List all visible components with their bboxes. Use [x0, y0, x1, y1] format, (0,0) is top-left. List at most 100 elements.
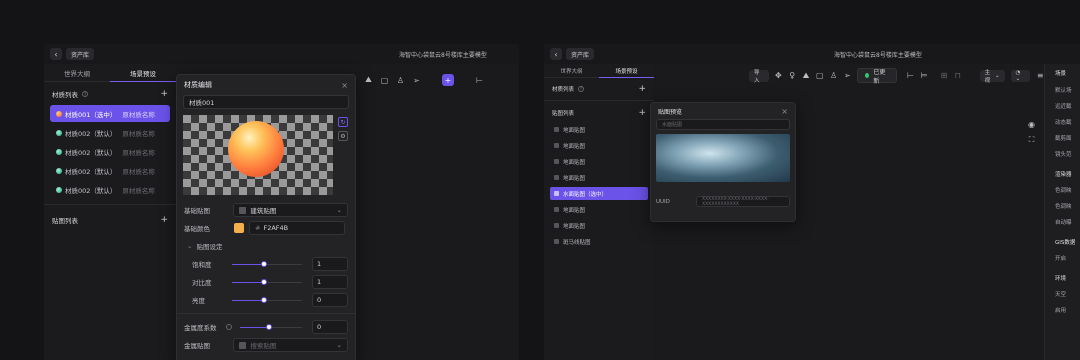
metal-texture-select[interactable]: 搜索贴图 ⌄ [233, 338, 348, 352]
import-button[interactable]: 导入 [749, 69, 769, 84]
textures-header-label: 贴图列表 [52, 217, 78, 225]
texture-item[interactable]: 地面贴图 [550, 155, 648, 168]
material-name-input[interactable]: 材质001 [183, 95, 349, 109]
base-texture-select[interactable]: 建筑贴图 ⌄ [233, 203, 348, 217]
contrast-input[interactable]: 1 [312, 275, 348, 289]
base-texture-row: 基础贴图 建筑贴图 ⌄ [177, 201, 355, 219]
texture-item[interactable]: 地面贴图 [550, 123, 648, 136]
fullscreen-icon[interactable]: ⛶ [1027, 135, 1036, 144]
help-icon[interactable] [226, 324, 232, 330]
material-item[interactable]: 材质002（默认） 原材质名称 [50, 143, 170, 160]
uuid-field[interactable]: XXXXXXXX-XXXX-XXXX-XXXX-XXXXXXXXXXXX [696, 196, 790, 207]
base-color-input[interactable]: # F2AF4B [249, 221, 345, 235]
rp-item: 开启 [1055, 256, 1067, 262]
texture-item[interactable]: 地面贴图 [550, 139, 648, 152]
texture-settings-toggle[interactable]: ⌄ 贴图设定 [177, 237, 355, 255]
align-icon[interactable]: ⊢ [475, 76, 484, 85]
texture-name-input[interactable]: 水面贴图 [656, 119, 790, 130]
image-icon [554, 175, 559, 180]
add-object-icon[interactable]: + [442, 74, 454, 86]
saturation-input[interactable]: 1 [312, 257, 348, 271]
back-button[interactable]: ‹ [50, 48, 62, 60]
help-icon[interactable]: ? [578, 85, 585, 92]
tab-scene-presets[interactable]: 场景预设 [599, 64, 654, 78]
texture-item[interactable]: 地面贴图 [550, 171, 648, 184]
refresh-preview-icon[interactable]: ↻ [338, 117, 348, 127]
slider-row-brightness: 亮度 0 [177, 291, 355, 309]
move-icon[interactable]: ✥ [775, 71, 783, 80]
color-swatch[interactable] [234, 223, 244, 233]
material-name: 材质002（默认） [65, 148, 117, 157]
person-icon[interactable]: ♙ [396, 76, 405, 85]
close-icon[interactable]: × [781, 107, 788, 116]
back-button[interactable]: ‹ [550, 48, 562, 60]
material-ball-icon [56, 129, 62, 136]
view-mode-select[interactable]: 主视 ⌄ [979, 69, 1005, 84]
eye-icon[interactable]: ◉ [1027, 120, 1036, 129]
left-app-window: ‹ 资产库 海智中心袋鼠云8号楼库主要模型 世界大纲 场景预设 材质列表 ? +… [44, 44, 519, 360]
breadcrumb-asset-library[interactable]: 资产库 [566, 48, 595, 60]
texture-item[interactable]: 水面贴图（选中） [550, 187, 648, 200]
pointer-icon[interactable]: ➢ [412, 76, 421, 85]
chevron-down-icon: ⌄ [187, 242, 193, 250]
add-material-icon[interactable]: + [160, 89, 168, 99]
image-icon [554, 239, 559, 244]
material-item[interactable]: 材质001（选中） 原材质名称 [50, 105, 170, 122]
material-name: 材质002（默认） [65, 129, 117, 138]
material-original-name: 原材质名称 [122, 110, 155, 119]
material-ball-icon [56, 110, 62, 117]
close-icon[interactable]: × [341, 81, 348, 90]
rp-renderer-header: 渲染器 [1055, 172, 1072, 178]
layers-icon[interactable]: ≡ [1036, 71, 1044, 80]
comment-icon[interactable]: ▢ [380, 76, 389, 85]
rp-gis-header: GIS数据 [1055, 240, 1076, 246]
measure-icon[interactable]: ⛰ [364, 75, 373, 85]
material-item[interactable]: 材质002（默认） 原材质名称 [50, 124, 170, 141]
tab-world-outline[interactable]: 世界大纲 [44, 64, 110, 81]
material-editor-dialog: 材质编辑 × 材质001 ↻ ⚙ 基础贴图 建筑贴图 ⌄ 基础颜色 # F2AF… [176, 74, 356, 360]
contrast-slider[interactable] [232, 277, 302, 287]
help-icon[interactable]: ? [82, 91, 88, 97]
image-icon [554, 191, 559, 196]
add-texture-icon[interactable]: + [160, 215, 168, 225]
slider-row-contrast: 对比度 1 [177, 273, 355, 291]
tab-scene-presets[interactable]: 场景预设 [110, 64, 176, 82]
metal-input[interactable]: 0 [312, 320, 348, 334]
material-ball-icon [56, 148, 62, 155]
rp-env-header: 环境 [1055, 276, 1067, 282]
tab-world-outline[interactable]: 世界大纲 [544, 64, 599, 77]
measure-icon[interactable]: ⛰ [802, 71, 810, 80]
viewport-toolbar: 导入 ✥ ♀ ⛰ ▢ ♙ ➢ 已更新 ⊢ ⊨ ⊞ ⊓ 主视 ⌄ ◔ ⌄ ≡ [749, 68, 1044, 85]
brightness-input[interactable]: 0 [312, 293, 348, 307]
add-material-icon[interactable]: + [638, 84, 646, 94]
material-preview [183, 115, 333, 195]
align-icon[interactable]: ⊢ [907, 71, 915, 80]
grid-icon[interactable]: ⊞ [940, 71, 948, 80]
light-icon[interactable]: ♀ [788, 71, 796, 80]
distribute-icon[interactable]: ⊨ [920, 71, 928, 80]
saturation-slider[interactable] [232, 259, 302, 269]
texture-item[interactable]: 斑马线贴图 [550, 235, 648, 248]
texture-item[interactable]: 地面贴图 [550, 203, 648, 216]
brightness-slider[interactable] [232, 295, 302, 305]
metal-slider[interactable] [240, 322, 302, 332]
right-app-window: ‹ 资产库 海智中心袋鼠云8号楼库主要模型 世界大纲 场景预设 材质列表 ? +… [544, 44, 1080, 360]
material-name: 材质002（默认） [65, 167, 117, 176]
breadcrumb-asset-library[interactable]: 资产库 [66, 48, 95, 60]
rp-item: 远近截 [1055, 104, 1072, 110]
person-icon[interactable]: ♙ [830, 71, 838, 80]
material-item[interactable]: 材质002（默认） 原材质名称 [50, 181, 170, 198]
add-texture-icon[interactable]: + [638, 108, 646, 118]
render-mode-select[interactable]: ◔ ⌄ [1010, 69, 1031, 82]
base-color-label: 基础颜色 [184, 225, 210, 233]
material-sphere [228, 121, 284, 177]
pointer-icon[interactable]: ➢ [843, 71, 851, 80]
material-item[interactable]: 材质002（默认） 原材质名称 [50, 162, 170, 179]
comment-icon[interactable]: ▢ [816, 71, 824, 80]
settings-preview-icon[interactable]: ⚙ [338, 131, 348, 141]
metal-texture-label: 金属贴图 [184, 342, 210, 350]
base-texture-label: 基础贴图 [184, 207, 210, 215]
lock-icon[interactable]: ⊓ [954, 71, 962, 80]
texture-item[interactable]: 地面贴图 [550, 219, 648, 232]
metal-texture-row: 金属贴图 搜索贴图 ⌄ [177, 336, 355, 354]
